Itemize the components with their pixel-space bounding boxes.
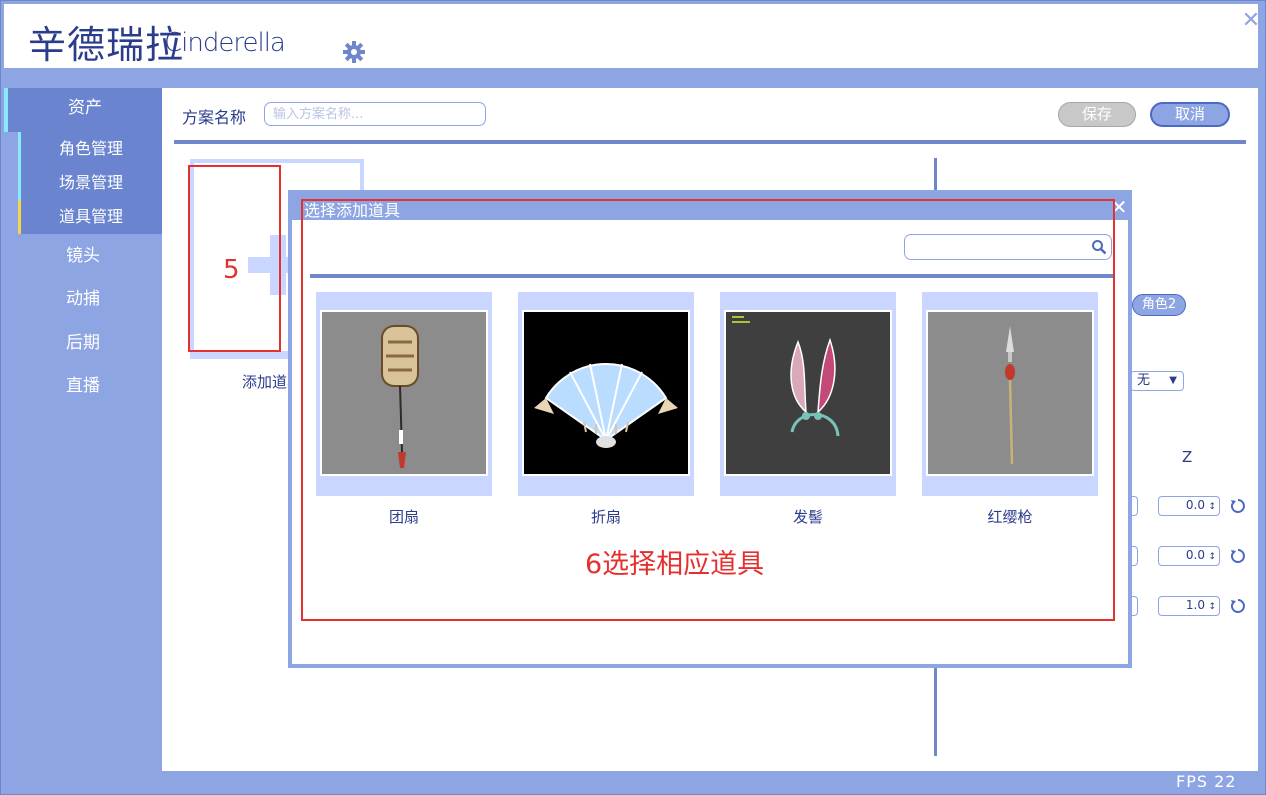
header-divider [174, 140, 1246, 144]
spin-icon: ↕ [1208, 552, 1216, 562]
role-chip[interactable]: 角色2 [1132, 294, 1186, 316]
sidebar-subitem-scene[interactable]: 场景管理 [18, 166, 162, 200]
sidebar-item-assets[interactable]: 资产 [4, 88, 162, 132]
sidebar: 资产 角色管理 场景管理 道具管理 镜头 动捕 后期 直播 [4, 88, 162, 794]
sidebar-item-live[interactable]: 直播 [4, 366, 162, 406]
z-scale-value: 1.0 [1185, 598, 1205, 612]
chevron-down-icon: ▼ [1169, 375, 1177, 386]
reset-icon[interactable] [1230, 498, 1246, 514]
spin-icon: ↕ [1208, 502, 1216, 512]
z-rotation-field[interactable]: 0.0 ↕ [1158, 546, 1220, 566]
save-button[interactable]: 保存 [1058, 102, 1136, 127]
cancel-button[interactable]: 取消 [1150, 102, 1230, 127]
z-position-value: 0.0 [1185, 498, 1205, 512]
z-scale-field[interactable]: 1.0 ↕ [1158, 596, 1220, 616]
sidebar-item-post[interactable]: 后期 [4, 323, 162, 363]
brand-logo-en: Cinderella [164, 28, 286, 58]
reset-icon[interactable] [1230, 598, 1246, 614]
annotation-step5: 5 [223, 255, 240, 285]
spin-icon: ↕ [1208, 602, 1216, 612]
reset-icon[interactable] [1230, 548, 1246, 564]
z-position-field[interactable]: 0.0 ↕ [1158, 496, 1220, 516]
z-axis-label: Z [1182, 448, 1193, 466]
sidebar-item-camera[interactable]: 镜头 [4, 236, 162, 276]
gear-icon[interactable] [342, 40, 366, 64]
brand-logo-cn: 辛德瑞拉 [28, 23, 185, 67]
binding-select-value: 无 [1137, 373, 1151, 388]
scheme-name-label: 方案名称 [182, 108, 247, 127]
sidebar-subitem-prop[interactable]: 道具管理 [18, 200, 162, 234]
sidebar-item-mocap[interactable]: 动捕 [4, 279, 162, 319]
fps-counter: FPS 22 [1176, 772, 1237, 791]
annotation-step6: 6选择相应道具 [585, 549, 765, 580]
scheme-name-input[interactable] [264, 102, 486, 126]
sidebar-subitem-character[interactable]: 角色管理 [18, 132, 162, 166]
z-rotation-value: 0.0 [1185, 548, 1205, 562]
window-close-icon[interactable]: ✕ [1240, 10, 1262, 32]
header-bar: 辛德瑞拉 Cinderella ✕ [4, 4, 1260, 68]
binding-select[interactable]: 无 ▼ [1130, 371, 1184, 391]
